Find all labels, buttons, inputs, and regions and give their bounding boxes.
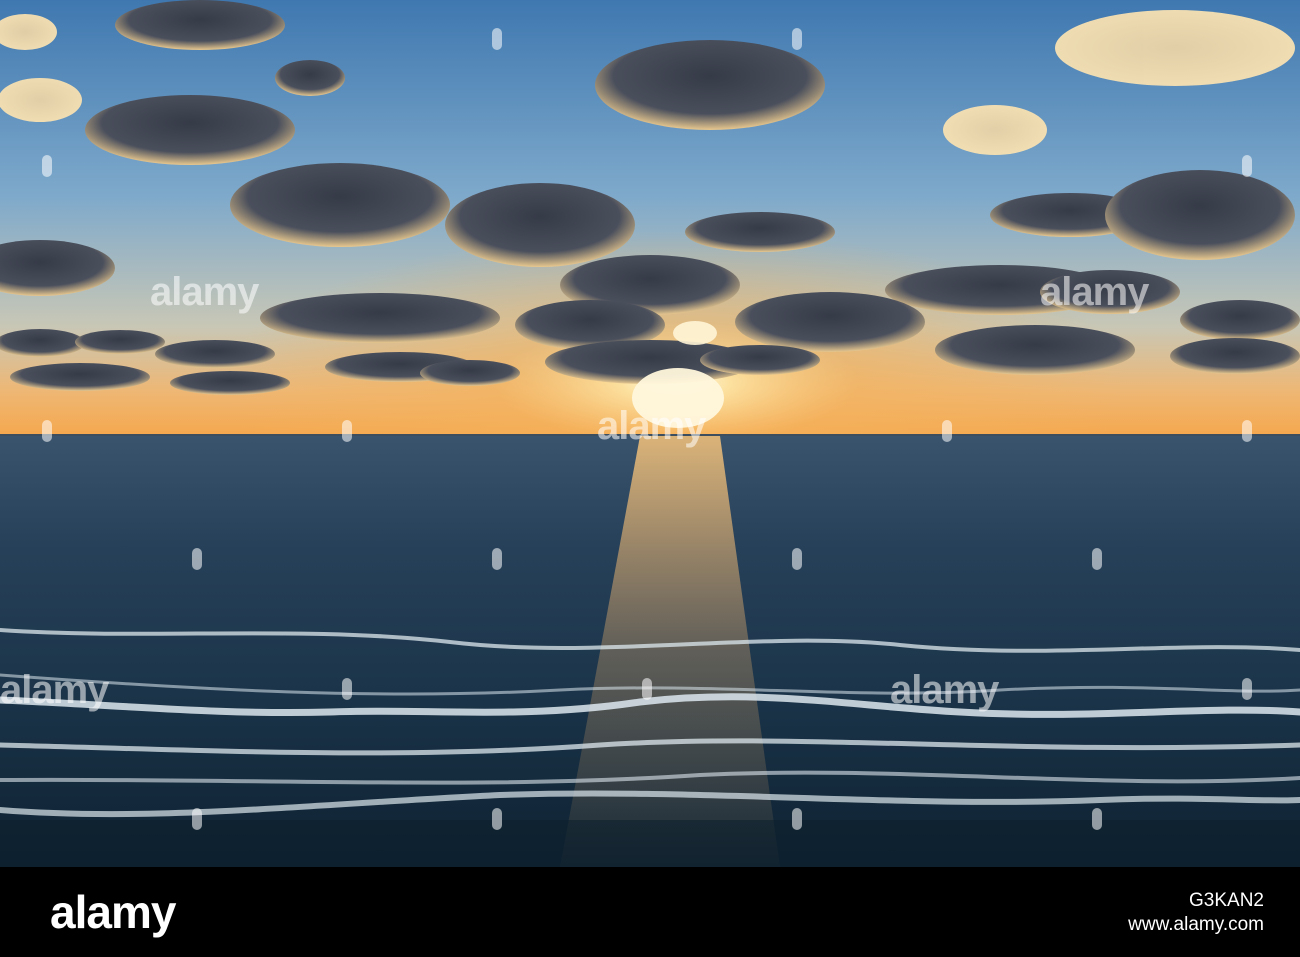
watermark-glyph [642,678,652,700]
watermark-glyph [1242,155,1252,177]
watermark-glyph [342,420,352,442]
watermark-text: alamy [0,668,109,712]
watermark-glyph [42,420,52,442]
watermark-glyph [342,678,352,700]
watermark-glyph [1242,420,1252,442]
watermark-glyph [792,28,802,50]
site-url: www.alamy.com [1128,914,1264,935]
watermark-glyph [1092,808,1102,830]
watermark-glyph [192,808,202,830]
watermark-glyph [492,28,502,50]
watermark-glyph [1242,678,1252,700]
watermark-text: alamy [890,668,999,712]
watermark-text: alamy [150,270,259,314]
image-id: G3KAN2 [1189,890,1264,911]
watermark-glyph [492,548,502,570]
alamy-logo: alamy [50,886,176,938]
footer-bar: alamy G3KAN2 www.alamy.com [0,867,1300,957]
watermark-glyph [942,420,952,442]
watermark-text: alamy [597,404,706,448]
watermark-glyph [192,548,202,570]
photo: alamy alamy alamy alamy alamy [0,0,1300,867]
watermark-glyph [792,808,802,830]
watermark-glyph [1092,548,1102,570]
watermark-glyph [492,808,502,830]
footer-info: G3KAN2 www.alamy.com [1128,889,1264,937]
watermark-text: alamy [1040,270,1149,314]
sun-breakthrough [673,321,717,345]
watermark-glyph [42,155,52,177]
watermark-glyph [792,548,802,570]
